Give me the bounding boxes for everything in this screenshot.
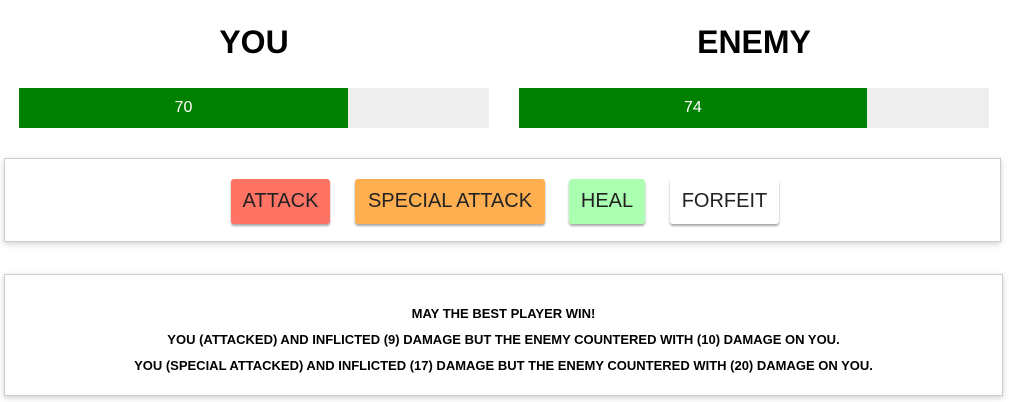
- special-attack-button[interactable]: SPECIAL ATTACK: [355, 179, 545, 224]
- controls-panel: ATTACK SPECIAL ATTACK HEAL FORFEIT: [4, 158, 1001, 242]
- player-health-fill: 70: [19, 88, 348, 128]
- log-entry: MAY THE BEST PLAYER WIN!: [411, 306, 596, 321]
- forfeit-button[interactable]: FORFEIT: [670, 179, 779, 224]
- players-section: YOU 70 ENEMY 74: [0, 0, 1009, 150]
- battle-log: MAY THE BEST PLAYER WIN! YOU (ATTACKED) …: [4, 274, 1003, 396]
- attack-button[interactable]: ATTACK: [231, 179, 330, 224]
- enemy-health-bar: 74: [519, 88, 989, 128]
- battle-log-list: MAY THE BEST PLAYER WIN! YOU (ATTACKED) …: [5, 301, 1002, 379]
- player-health-bar: 70: [19, 88, 489, 128]
- enemy-title: ENEMY: [697, 24, 811, 60]
- heal-button[interactable]: HEAL: [569, 179, 645, 224]
- enemy-health-fill: 74: [519, 88, 867, 128]
- log-entry: YOU (SPECIAL ATTACKED) AND INFLICTED (17…: [134, 358, 873, 373]
- player-title: YOU: [219, 24, 289, 60]
- log-entry: YOU (ATTACKED) AND INFLICTED (9) DAMAGE …: [167, 332, 840, 347]
